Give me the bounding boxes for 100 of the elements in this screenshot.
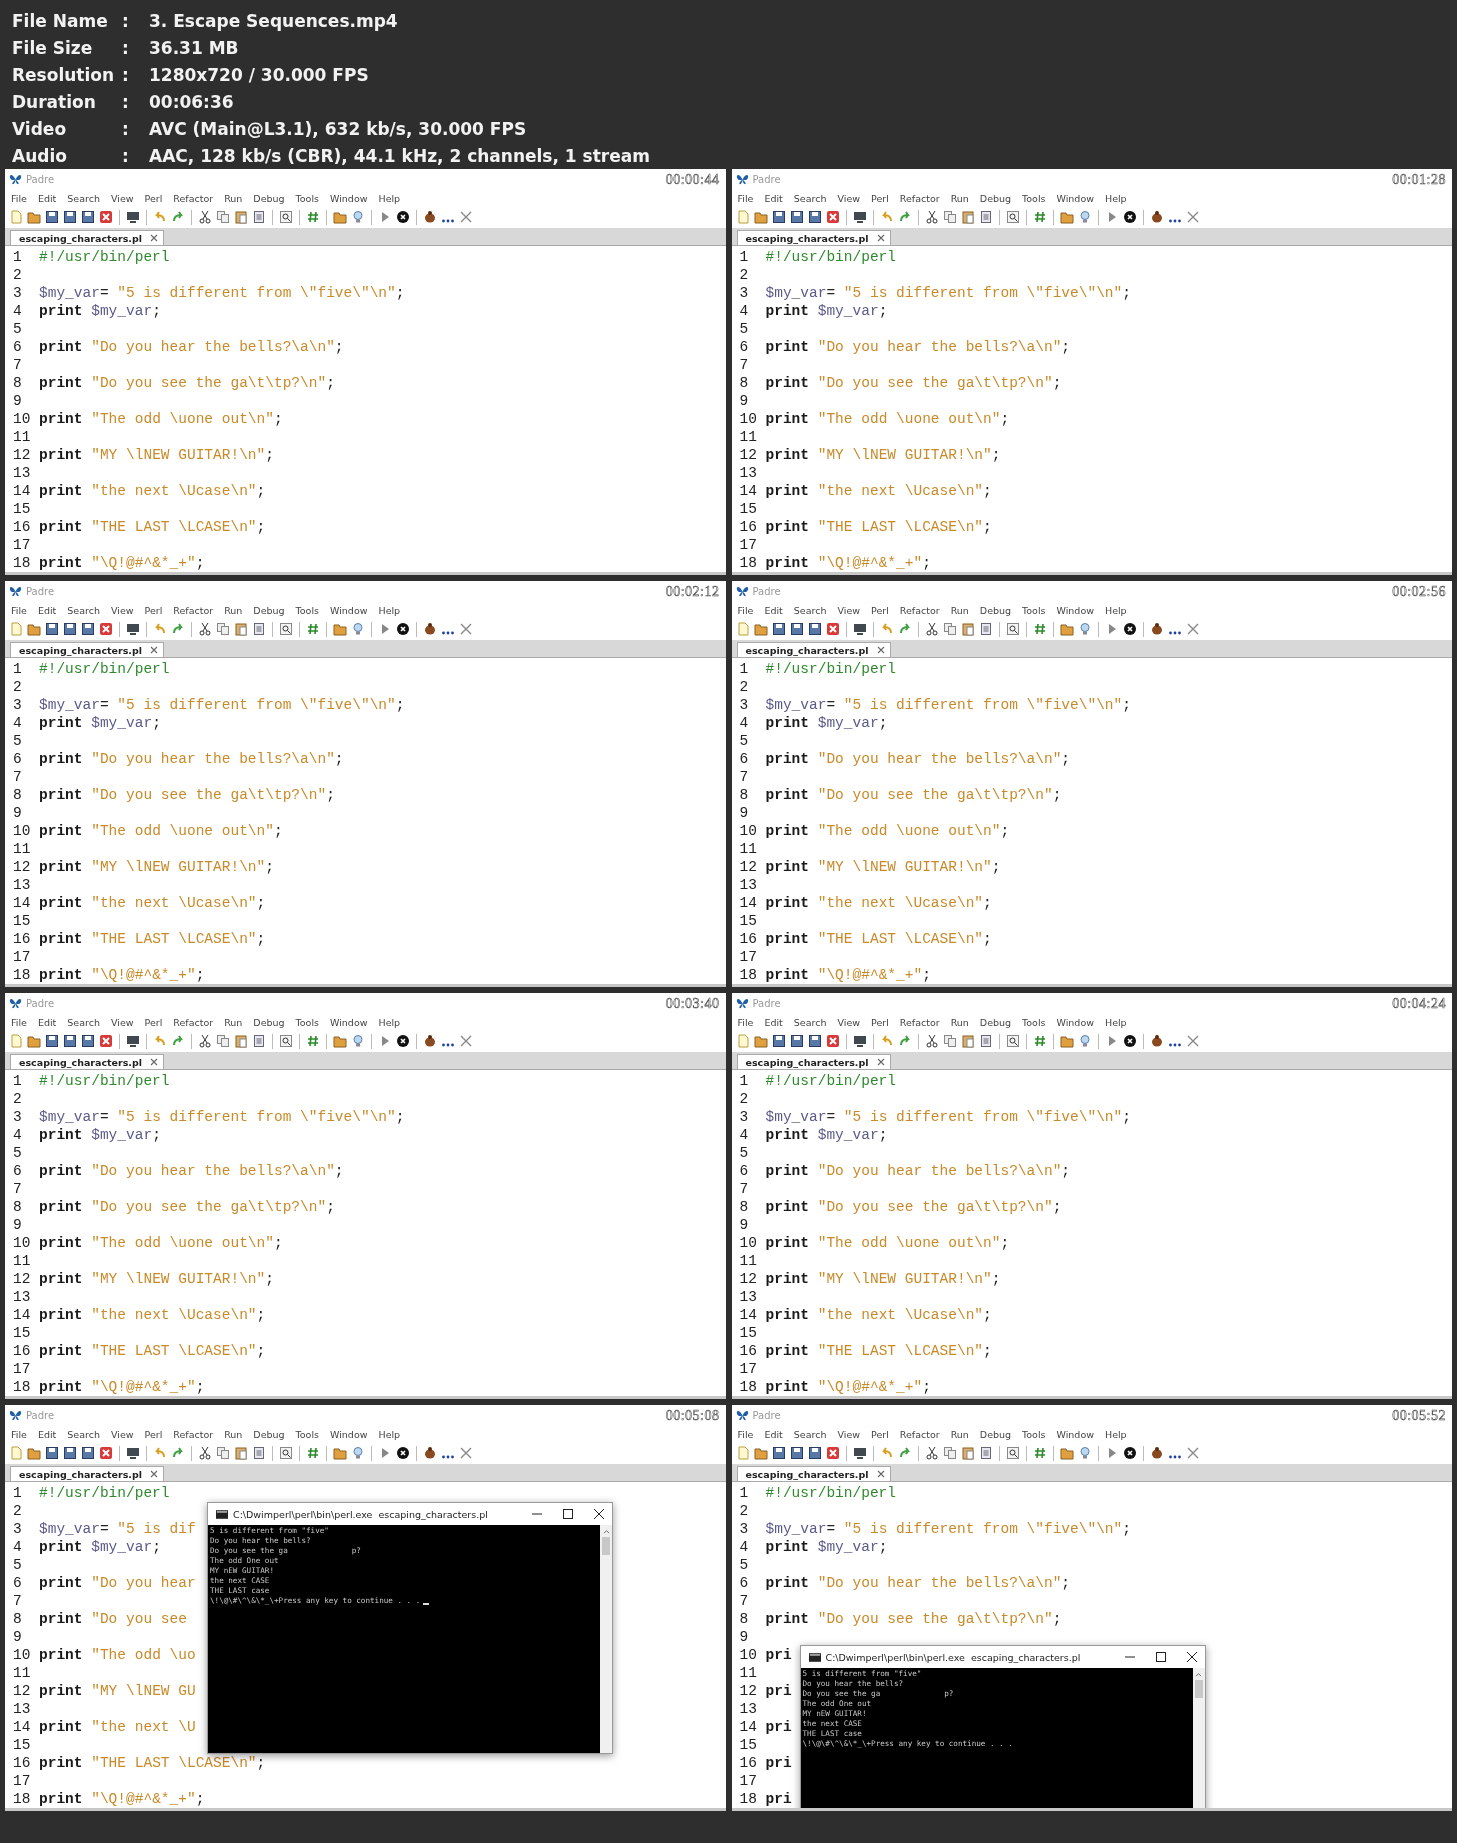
close-icon[interactable] [1186,1652,1197,1662]
scissors-icon[interactable] [198,1446,212,1460]
undo-icon[interactable] [879,210,894,224]
menu-item[interactable]: View [110,192,134,204]
file-tab[interactable]: escaping_characters.pl [736,642,891,657]
stop-icon[interactable] [396,1034,410,1048]
menu-item[interactable]: Perl [144,1428,163,1440]
delete-icon[interactable] [99,210,113,224]
file-tab[interactable]: escaping_characters.pl [10,1466,165,1481]
delete-icon[interactable] [825,622,840,636]
menu-item[interactable]: Tools [295,192,319,204]
caret-icon[interactable] [1195,1672,1202,1677]
monitor-icon[interactable] [852,622,867,636]
menu-item[interactable]: Tools [295,1016,319,1028]
menu-item[interactable]: Debug [979,1016,1012,1028]
paste-icon[interactable] [234,210,248,224]
menu-item[interactable]: Help [1105,1016,1127,1028]
stop-icon[interactable] [1122,622,1137,636]
menu-item[interactable]: Tools [1022,1016,1046,1028]
menu-item[interactable]: Tools [1022,604,1046,616]
menu-item[interactable]: Search [793,604,827,616]
menu-item[interactable]: Debug [253,1428,285,1440]
copy-icon[interactable] [942,622,957,636]
undo-icon[interactable] [153,622,167,636]
menu-item[interactable]: View [110,604,134,616]
stop-icon[interactable] [1122,1446,1137,1460]
menu-item[interactable]: Perl [144,1016,163,1028]
lightbulb-icon[interactable] [1077,210,1092,224]
folder-icon[interactable] [1059,622,1074,636]
menu-item[interactable]: View [110,1428,134,1440]
menu-item[interactable]: File [737,1016,754,1028]
delete-icon[interactable] [825,1034,840,1048]
menu-item[interactable]: Window [1056,1016,1094,1028]
lightbulb-icon[interactable] [351,210,365,224]
search-icon[interactable] [279,210,293,224]
copy-icon[interactable] [942,1034,957,1048]
menu-item[interactable]: Window [1056,1428,1094,1440]
menu-item[interactable]: Refactor [173,192,214,204]
file-tab[interactable]: escaping_characters.pl [736,1466,891,1481]
menu-item[interactable]: Refactor [899,192,940,204]
clipboard-icon[interactable] [252,210,266,224]
paste-icon[interactable] [960,1034,975,1048]
menu-item[interactable]: View [837,1428,860,1440]
menu-item[interactable]: Help [378,604,401,616]
menu-item[interactable]: Tools [295,604,319,616]
folder-icon[interactable] [27,622,41,636]
floppy-icon[interactable] [771,622,786,636]
menu-item[interactable]: Edit [764,1428,783,1440]
floppy-icon[interactable] [81,622,95,636]
menu-item[interactable]: Refactor [899,604,940,616]
menu-item[interactable]: Debug [253,604,285,616]
menu-item[interactable]: View [837,1016,860,1028]
hash-icon[interactable] [1032,622,1047,636]
folder-icon[interactable] [1059,1446,1074,1460]
menu-item[interactable]: Search [793,192,827,204]
menu-item[interactable]: Window [330,192,368,204]
caret-icon[interactable] [602,1529,610,1534]
monitor-icon[interactable] [126,622,140,636]
floppy-icon[interactable] [771,210,786,224]
lightbulb-icon[interactable] [351,1446,365,1460]
file-tab[interactable]: escaping_characters.pl [736,230,891,245]
folder-icon[interactable] [753,210,768,224]
floppy-icon[interactable] [789,1034,804,1048]
scroll-thumb[interactable] [1194,1680,1203,1698]
monitor-icon[interactable] [126,210,140,224]
menu-item[interactable]: Refactor [899,1428,940,1440]
menu-item[interactable]: Run [950,192,969,204]
bug-icon[interactable] [1149,1034,1164,1048]
monitor-icon[interactable] [126,1034,140,1048]
floppy-icon[interactable] [807,1446,822,1460]
menu-item[interactable]: Debug [253,1016,285,1028]
menu-item[interactable]: Run [950,1428,969,1440]
folder-icon[interactable] [333,210,347,224]
folder-icon[interactable] [1059,210,1074,224]
monitor-icon[interactable] [126,1446,140,1460]
menu-item[interactable]: View [837,192,860,204]
scissors-icon[interactable] [924,1034,939,1048]
file-tab[interactable]: escaping_characters.pl [10,1054,165,1069]
folder-icon[interactable] [27,1446,41,1460]
menu-item[interactable]: Search [67,1428,100,1440]
menu-item[interactable]: Refactor [173,604,214,616]
scissors-icon[interactable] [198,210,212,224]
floppy-icon[interactable] [45,622,59,636]
menu-item[interactable]: Window [330,604,368,616]
copy-icon[interactable] [216,622,230,636]
file-tab[interactable]: escaping_characters.pl [10,230,165,245]
floppy-icon[interactable] [807,622,822,636]
menu-item[interactable]: Help [378,1016,401,1028]
menu-item[interactable]: Refactor [173,1016,214,1028]
menu-item[interactable]: Search [67,1016,100,1028]
menu-item[interactable]: Search [67,604,100,616]
folder-icon[interactable] [753,622,768,636]
copy-icon[interactable] [216,1034,230,1048]
menu-item[interactable]: File [11,1016,27,1028]
delete-icon[interactable] [99,1034,113,1048]
floppy-icon[interactable] [789,1446,804,1460]
scissors-icon[interactable] [924,1446,939,1460]
scrollbar[interactable] [600,1525,612,1753]
menu-item[interactable]: Tools [1022,192,1046,204]
menu-item[interactable]: File [737,604,754,616]
